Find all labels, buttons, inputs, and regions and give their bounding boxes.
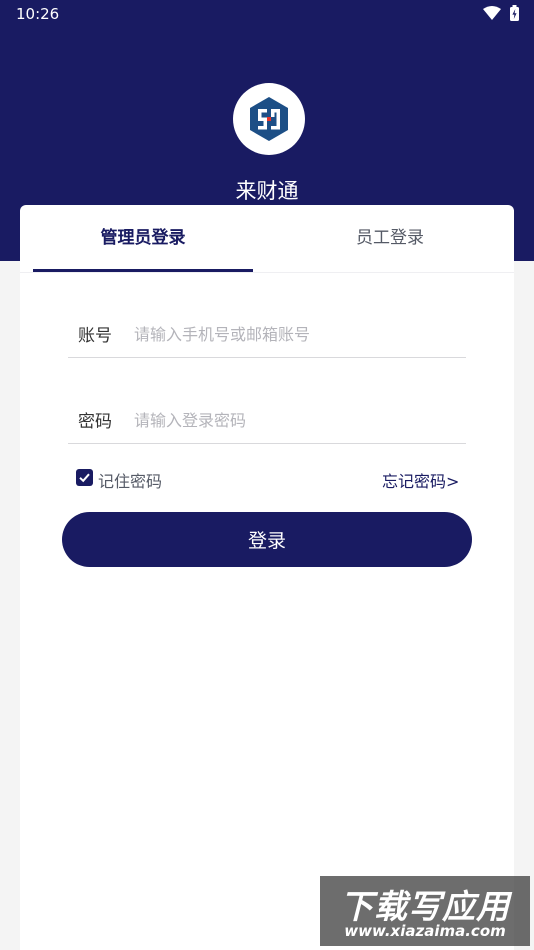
- checkbox-checked-icon: [76, 469, 93, 486]
- account-input[interactable]: [134, 319, 454, 349]
- watermark-url: www.xiazaima.com: [344, 922, 506, 940]
- status-bar: 10:26: [0, 0, 534, 30]
- password-field: 密码: [68, 399, 466, 444]
- login-button[interactable]: 登录: [62, 512, 472, 567]
- tab-staff-login[interactable]: 员工登录: [280, 205, 500, 272]
- status-time: 10:26: [16, 5, 60, 23]
- tab-admin-login[interactable]: 管理员登录: [33, 205, 253, 272]
- forgot-password-link[interactable]: 忘记密码>: [382, 468, 459, 492]
- account-label: 账号: [78, 326, 112, 346]
- watermark: 下载写应用 www.xiazaima.com: [320, 876, 530, 946]
- password-label: 密码: [78, 412, 112, 432]
- watermark-title: 下载写应用: [340, 887, 510, 926]
- password-input[interactable]: [134, 405, 454, 435]
- account-field: 账号: [68, 313, 466, 358]
- app-logo-icon: [250, 97, 288, 141]
- battery-icon: [510, 5, 519, 21]
- app-name: 来财通: [235, 179, 299, 203]
- wifi-icon: [483, 6, 501, 20]
- login-card: 管理员登录 员工登录 账号 密码 记住密码 忘记密码> 登录: [20, 205, 514, 950]
- login-tabs: 管理员登录 员工登录: [20, 205, 514, 273]
- remember-password-label: 记住密码: [98, 472, 163, 491]
- app-logo: [233, 83, 305, 155]
- checkmark-icon: [79, 473, 90, 483]
- active-tab-indicator: [33, 269, 253, 272]
